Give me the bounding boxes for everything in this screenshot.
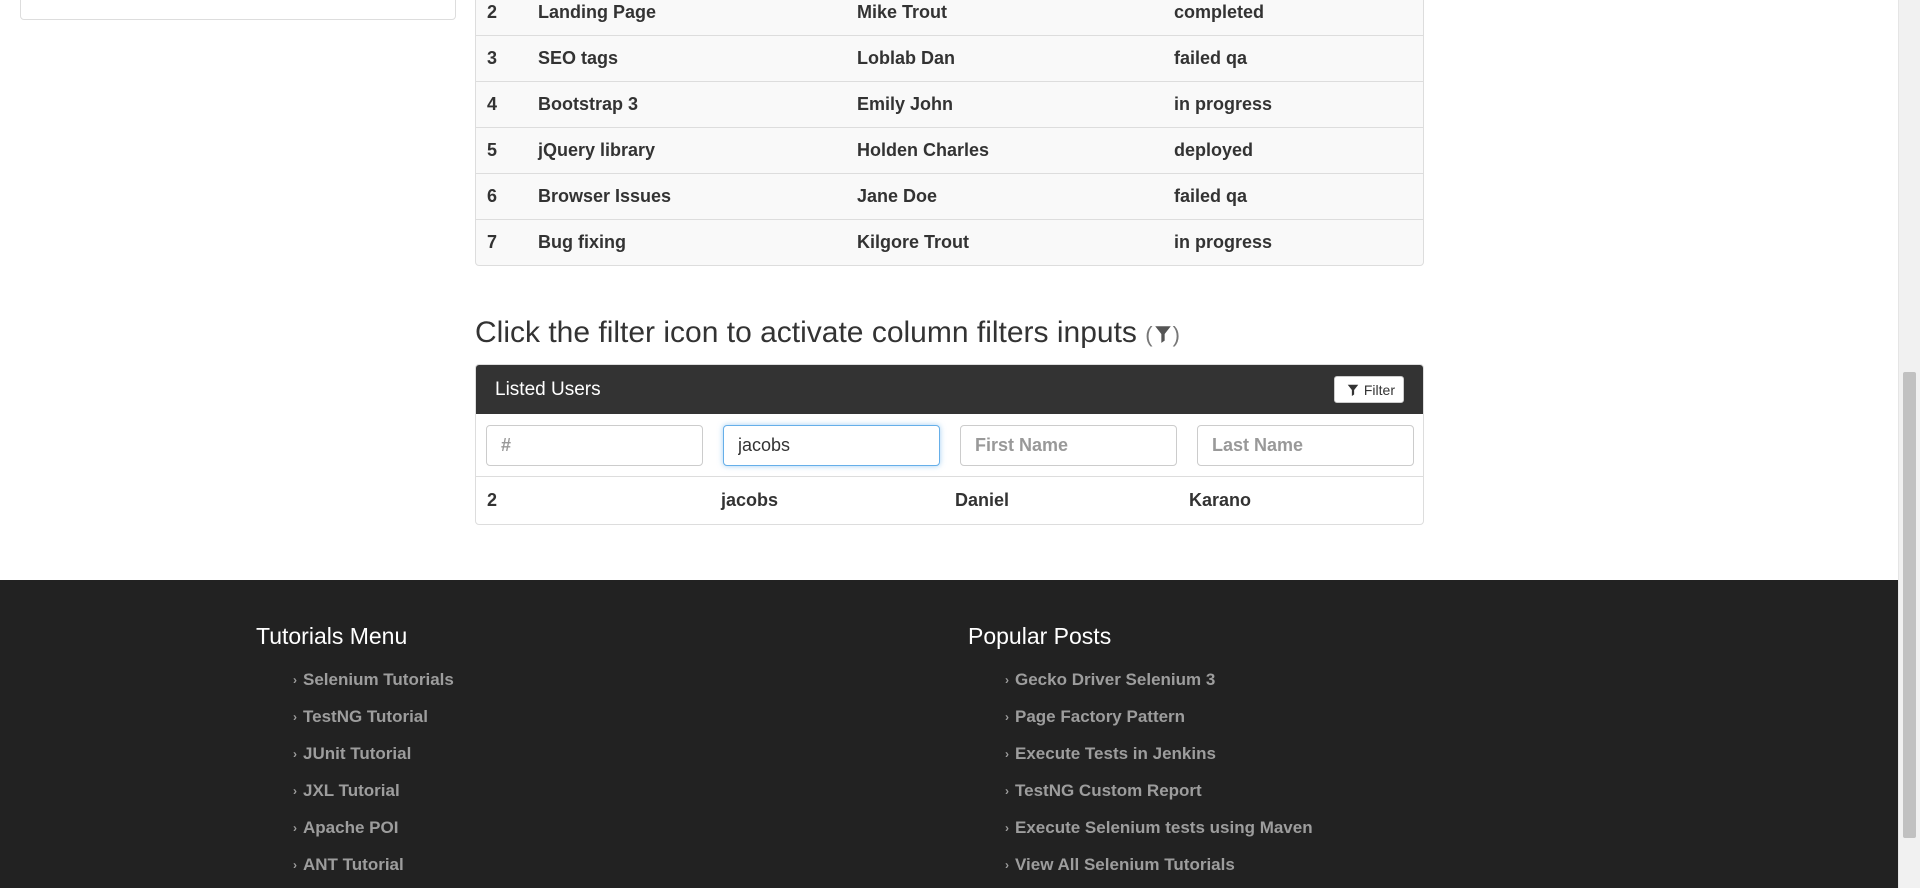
- task-name: SEO tags: [538, 48, 619, 68]
- table-row: 2 Landing Page Mike Trout completed: [476, 0, 1423, 35]
- task-id: 2: [487, 1, 498, 22]
- list-item: › Execute Selenium tests using Maven: [1005, 809, 1313, 846]
- task-id: 3: [487, 48, 498, 68]
- chevron-right-icon: ›: [1005, 746, 1009, 761]
- tutorial-link[interactable]: JXL Tutorial: [303, 781, 400, 801]
- panel-title: Listed Users: [495, 378, 601, 400]
- task-id: 5: [487, 140, 498, 160]
- table-row: 2 jacobs Daniel Karano: [476, 477, 1423, 523]
- last-name-filter-input[interactable]: [1197, 425, 1414, 466]
- posts-list: › Gecko Driver Selenium 3 › Page Factory P…: [968, 661, 1313, 883]
- task-name: Browser Issues: [538, 186, 672, 206]
- tasks-table: 2 Landing Page Mike Trout completed 3 SE…: [475, 0, 1424, 266]
- tutorial-link[interactable]: JUnit Tutorial: [303, 744, 411, 764]
- list-item: › Execute Tests in Jenkins: [1005, 735, 1313, 772]
- chevron-right-icon: ›: [293, 709, 297, 724]
- list-item: › JUnit Tutorial: [293, 735, 454, 772]
- post-link[interactable]: View All Selenium Tutorials: [1015, 855, 1235, 875]
- task-id: 4: [487, 94, 498, 114]
- task-name: Landing Page: [538, 1, 657, 22]
- tutorial-link[interactable]: Apache POI: [303, 818, 398, 838]
- funnel-icon: [1154, 326, 1171, 343]
- popular-posts: Popular Posts › Gecko Driver Selenium 3 ›…: [968, 623, 1313, 883]
- tutorials-list: › Selenium Tutorials › TestNG Tutorial › JU…: [256, 661, 454, 883]
- column-filters-row: [476, 414, 1423, 477]
- table-row: 5 jQuery library Holden Charles deployed: [476, 127, 1423, 173]
- chevron-right-icon: ›: [1005, 820, 1009, 835]
- tutorial-link[interactable]: ANT Tutorial: [303, 855, 404, 875]
- task-assignee: Holden Charles: [857, 140, 990, 160]
- post-link[interactable]: TestNG Custom Report: [1015, 781, 1202, 801]
- tutorials-menu-heading: Tutorials Menu: [256, 623, 408, 649]
- user-username: jacobs: [721, 489, 779, 510]
- post-link[interactable]: Page Factory Pattern: [1015, 707, 1185, 727]
- chevron-right-icon: ›: [293, 783, 297, 798]
- list-item: › ANT Tutorial: [293, 846, 454, 883]
- filter-section-heading: Click the filter icon to activate column…: [475, 316, 1180, 350]
- task-status: in progress: [1174, 94, 1273, 114]
- chevron-right-icon: ›: [1005, 709, 1009, 724]
- table-row: 4 Bootstrap 3 Emily John in progress: [476, 81, 1423, 127]
- chevron-right-icon: ›: [293, 820, 297, 835]
- heading-text: Click the filter icon to activate column…: [475, 316, 1137, 349]
- list-item: › Gecko Driver Selenium 3: [1005, 661, 1313, 698]
- task-assignee: Loblab Dan: [857, 48, 955, 68]
- post-link[interactable]: Execute Tests in Jenkins: [1015, 744, 1216, 764]
- task-assignee: Mike Trout: [857, 1, 948, 22]
- task-status: failed qa: [1174, 48, 1248, 68]
- list-item: › Apache POI: [293, 809, 454, 846]
- tutorial-link[interactable]: TestNG Tutorial: [303, 707, 428, 727]
- paren-open: (: [1145, 322, 1153, 347]
- task-status: failed qa: [1174, 186, 1248, 206]
- id-filter-input[interactable]: [486, 425, 703, 466]
- task-name: Bug fixing: [538, 232, 626, 252]
- filter-button[interactable]: Filter: [1333, 376, 1404, 403]
- list-item: › TestNG Tutorial: [293, 698, 454, 735]
- task-id: 7: [487, 232, 498, 252]
- list-item: › View All Selenium Tutorials: [1005, 846, 1313, 883]
- post-link[interactable]: Gecko Driver Selenium 3: [1015, 670, 1215, 690]
- chevron-right-icon: ›: [1005, 672, 1009, 687]
- tutorials-menu: Tutorials Menu › Selenium Tutorials › Test…: [256, 623, 454, 883]
- task-name: jQuery library: [538, 140, 656, 160]
- heading-icon-hint: (): [1145, 322, 1180, 347]
- panel-heading: Listed Users Filter: [476, 365, 1423, 414]
- list-item: › Page Factory Pattern: [1005, 698, 1313, 735]
- table-row: 6 Browser Issues Jane Doe failed qa: [476, 173, 1423, 219]
- username-filter-input[interactable]: [723, 425, 940, 466]
- tutorial-link[interactable]: Selenium Tutorials: [303, 670, 454, 690]
- filter-button-label: Filter: [1363, 381, 1395, 398]
- user-id: 2: [487, 489, 498, 510]
- task-status: deployed: [1174, 140, 1254, 160]
- first-name-filter-input[interactable]: [960, 425, 1177, 466]
- listed-users-panel: Listed Users Filter 2 jacobs Daniel Kara…: [475, 364, 1424, 525]
- post-link[interactable]: Execute Selenium tests using Maven: [1015, 818, 1313, 838]
- chevron-right-icon: ›: [1005, 857, 1009, 872]
- user-first-name: Daniel: [955, 489, 1010, 510]
- task-assignee: Emily John: [857, 94, 954, 114]
- task-status: in progress: [1174, 232, 1273, 252]
- vertical-scrollbar[interactable]: [1898, 0, 1920, 888]
- chevron-right-icon: ›: [293, 746, 297, 761]
- chevron-right-icon: ›: [1005, 783, 1009, 798]
- site-footer: Tutorials Menu › Selenium Tutorials › Test…: [0, 580, 1898, 888]
- task-assignee: Kilgore Trout: [857, 232, 969, 252]
- paren-close: ): [1172, 322, 1180, 347]
- list-item: › JXL Tutorial: [293, 772, 454, 809]
- funnel-icon: [1347, 384, 1359, 396]
- task-assignee: Jane Doe: [857, 186, 938, 206]
- list-item: › TestNG Custom Report: [1005, 772, 1313, 809]
- table-row: 3 SEO tags Loblab Dan failed qa: [476, 35, 1423, 81]
- popular-posts-heading: Popular Posts: [968, 623, 1112, 649]
- task-status: completed: [1174, 1, 1265, 22]
- chevron-right-icon: ›: [293, 672, 297, 687]
- chevron-right-icon: ›: [293, 857, 297, 872]
- sidebar-panel: [20, 0, 456, 20]
- task-id: 6: [487, 186, 498, 206]
- task-name: Bootstrap 3: [538, 94, 639, 114]
- user-last-name: Karano: [1189, 489, 1252, 510]
- table-row: 7 Bug fixing Kilgore Trout in progress: [476, 219, 1423, 265]
- scrollbar-thumb[interactable]: [1903, 372, 1916, 838]
- list-item: › Selenium Tutorials: [293, 661, 454, 698]
